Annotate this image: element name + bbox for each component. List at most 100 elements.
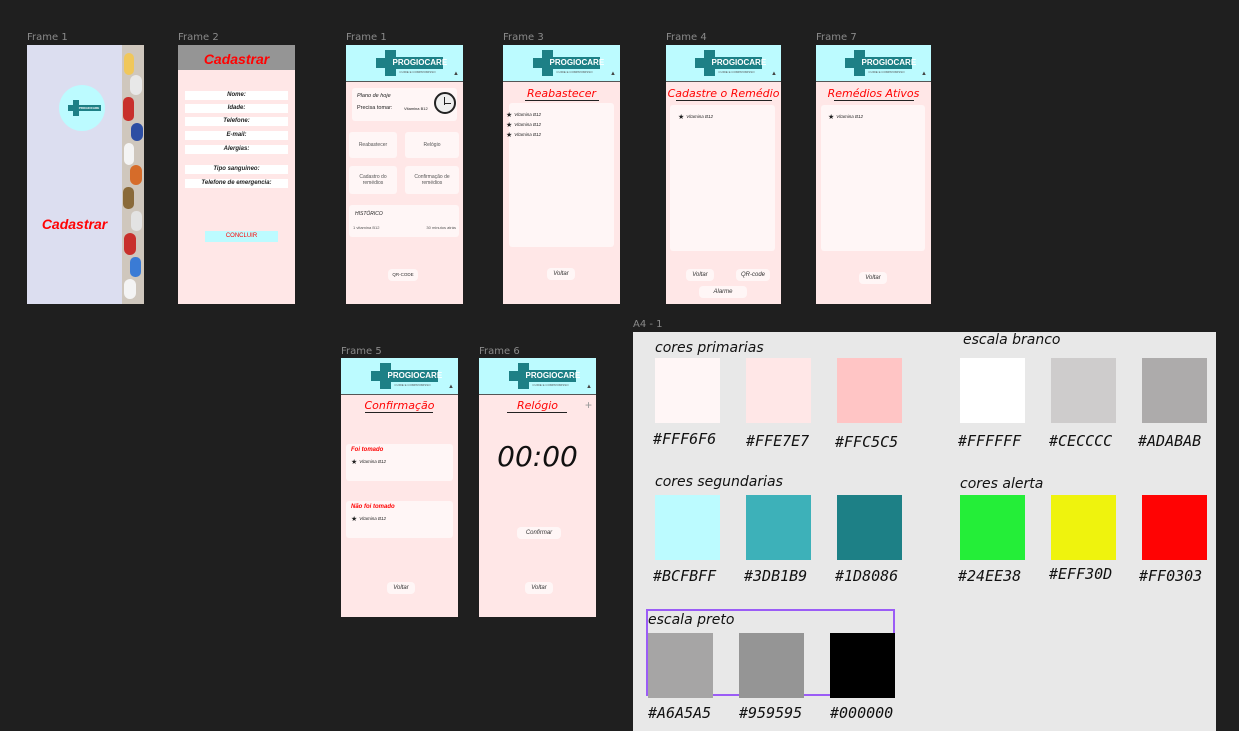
field-allergies[interactable]: Alergias: bbox=[185, 145, 288, 154]
frame-splash[interactable]: PROGIOCARE Cadastrar bbox=[27, 45, 144, 304]
palette-board[interactable]: cores primarias #FFF6F6 #FFE7E7 #FFC5C5 … bbox=[633, 332, 1216, 731]
frame-label[interactable]: Frame 4 bbox=[666, 32, 707, 43]
list-item-label: Vitamina B12 bbox=[836, 114, 863, 119]
color-hex: #A6A5A5 bbox=[648, 704, 712, 722]
card-cadastro-remedios[interactable]: Cadastro do remédios bbox=[349, 166, 397, 194]
logo-text: PROGIOCARE bbox=[387, 370, 443, 382]
alarm-button[interactable]: Alarme bbox=[699, 286, 747, 298]
color-swatch bbox=[837, 495, 902, 560]
field-age[interactable]: Idade: bbox=[185, 104, 288, 113]
list-panel bbox=[670, 105, 775, 251]
frame-cadastre-remedio[interactable]: PROGIOCARE CUIDE E COMPROMISSO ▲ Cadastre… bbox=[666, 45, 781, 304]
color-hex: #3DB1B9 bbox=[744, 567, 808, 585]
frame-label[interactable]: Frame 7 bbox=[816, 32, 857, 43]
field-phone[interactable]: Telefone: bbox=[185, 117, 288, 126]
frame-label[interactable]: Frame 5 bbox=[341, 346, 382, 357]
list-item[interactable]: ★ Vitamina B12 bbox=[351, 515, 386, 523]
color-swatch bbox=[746, 495, 811, 560]
frame-relogio[interactable]: PROGIOCARE CUIDE E COMPROMISSO ▲ Relógio … bbox=[479, 358, 596, 617]
star-icon: ★ bbox=[351, 516, 358, 523]
field-email[interactable]: E-mail: bbox=[185, 131, 288, 140]
app-header: PROGIOCARE CUIDE E COMPROMISSO ▲ bbox=[816, 45, 931, 82]
confirm-button[interactable]: Confirmar bbox=[517, 527, 561, 539]
qr-code-button[interactable]: QR-code bbox=[736, 269, 770, 281]
frame-label[interactable]: A4 - 1 bbox=[633, 319, 663, 330]
today-plan-card: Plano de hoje Precisa tomar: Vitamina B1… bbox=[352, 88, 457, 121]
warning-icon: ▲ bbox=[448, 384, 454, 390]
frame-remedios-ativos[interactable]: PROGIOCARE CUIDE E COMPROMISSO ▲ Remédios… bbox=[816, 45, 931, 304]
color-swatch bbox=[655, 358, 720, 423]
list-item[interactable]: ★ Vitamina B12 bbox=[828, 113, 863, 121]
screen-title: Cadastre o Remédio bbox=[667, 87, 780, 100]
frame-confirmacao[interactable]: PROGIOCARE CUIDE E COMPROMISSO ▲ Confirma… bbox=[341, 358, 458, 617]
logo: PROGIOCARE CUIDE E COMPROMISSO bbox=[367, 50, 447, 76]
frame-reabastecer[interactable]: PROGIOCARE CUIDE E COMPROMISSO ▲ Reabaste… bbox=[503, 45, 620, 304]
color-swatch bbox=[1051, 495, 1116, 560]
conclude-button[interactable]: CONCLUIR bbox=[205, 231, 278, 242]
history-panel: HISTÓRICO 1 vitamina B12 30 minutos atrá… bbox=[349, 205, 459, 237]
color-hex: #FFF6F6 bbox=[653, 430, 717, 448]
star-icon: ★ bbox=[828, 114, 835, 121]
frame-label[interactable]: Frame 1 bbox=[27, 32, 68, 43]
color-hex: #24EE38 bbox=[958, 567, 1022, 585]
color-swatch bbox=[746, 358, 811, 423]
color-swatch bbox=[648, 633, 713, 698]
list-panel bbox=[821, 105, 925, 251]
screen-title: Confirmação bbox=[364, 399, 435, 412]
card-relogio[interactable]: Relógio bbox=[405, 132, 459, 158]
logo: PROGIOCARE CUIDE E COMPROMISSO bbox=[524, 50, 604, 76]
logo-text: PROGIOCARE bbox=[711, 57, 767, 69]
field-name[interactable]: Nome: bbox=[185, 91, 288, 100]
section-title: cores alerta bbox=[960, 476, 1044, 492]
back-button[interactable]: Voltar bbox=[686, 269, 714, 281]
star-icon: ★ bbox=[506, 132, 513, 139]
need-to-take-med: Vitamina B12 bbox=[404, 106, 428, 111]
logo-tagline: CUIDE E COMPROMISSO bbox=[718, 70, 755, 74]
title-underline bbox=[525, 100, 599, 101]
title-underline bbox=[676, 100, 772, 101]
card-confirmacao-remedios[interactable]: Confirmação de remédios bbox=[405, 166, 459, 194]
list-item[interactable]: ★ Vitamina B12 bbox=[506, 131, 541, 139]
color-hex: #BCFBFF bbox=[653, 567, 717, 585]
back-button[interactable]: Voltar bbox=[859, 272, 887, 284]
title-underline bbox=[365, 412, 433, 413]
add-icon[interactable]: + bbox=[585, 398, 592, 412]
cadastrar-link[interactable]: Cadastrar bbox=[27, 216, 122, 232]
frame-label[interactable]: Frame 1 bbox=[346, 32, 387, 43]
field-blood-type[interactable]: Tipo sanguineo: bbox=[185, 165, 288, 174]
section-title: cores primarias bbox=[655, 340, 764, 356]
history-time: 30 minutos atrás bbox=[426, 225, 456, 230]
frame-label[interactable]: Frame 6 bbox=[479, 346, 520, 357]
color-swatch bbox=[1142, 358, 1207, 423]
star-icon: ★ bbox=[506, 122, 513, 129]
app-header: PROGIOCARE CUIDE E COMPROMISSO ▲ bbox=[666, 45, 781, 82]
screen-title: Relógio bbox=[517, 399, 558, 412]
back-button[interactable]: Voltar bbox=[525, 582, 553, 594]
app-header: PROGIOCARE CUIDE E COMPROMISSO ▲ bbox=[341, 358, 458, 395]
list-item-label: Vitamina B12 bbox=[359, 516, 386, 521]
frame-home[interactable]: PROGIOCARE CUIDE E COMPROMISSO ▲ Plano de… bbox=[346, 45, 463, 304]
section-title: cores segundarias bbox=[655, 474, 783, 490]
color-swatch bbox=[655, 495, 720, 560]
frame-label[interactable]: Frame 3 bbox=[503, 32, 544, 43]
back-button[interactable]: Voltar bbox=[387, 582, 415, 594]
not-taken-title: Não foi tomado bbox=[351, 504, 395, 510]
card-reabastecer[interactable]: Reabastecer bbox=[349, 132, 397, 158]
field-emergency-phone[interactable]: Telefone de emergencia: bbox=[185, 179, 288, 188]
warning-icon: ▲ bbox=[610, 71, 616, 77]
color-swatch bbox=[960, 495, 1025, 560]
list-item[interactable]: ★ Vitamina B12 bbox=[506, 111, 541, 119]
list-item[interactable]: ★ Vitamina B12 bbox=[506, 121, 541, 129]
app-header: PROGIOCARE CUIDE E COMPROMISSO ▲ bbox=[503, 45, 620, 82]
list-item[interactable]: ★ Vitamina B12 bbox=[351, 458, 386, 466]
today-plan-title: Plano de hoje bbox=[357, 93, 391, 99]
logo-tagline: CUIDE E COMPROMISSO bbox=[556, 70, 593, 74]
qr-code-button[interactable]: QR-CODE bbox=[388, 269, 418, 281]
need-to-take: Precisa tomar: bbox=[357, 105, 393, 111]
list-item-label: Vitamina B12 bbox=[686, 114, 713, 119]
frame-label[interactable]: Frame 2 bbox=[178, 32, 219, 43]
back-button[interactable]: Voltar bbox=[547, 268, 575, 280]
frame-register[interactable]: Cadastrar Nome: Idade: Telefone: E-mail:… bbox=[178, 45, 295, 304]
list-item[interactable]: ★ Vitamina B12 bbox=[678, 113, 713, 121]
logo-tagline: CUIDE E COMPROMISSO bbox=[532, 383, 569, 387]
